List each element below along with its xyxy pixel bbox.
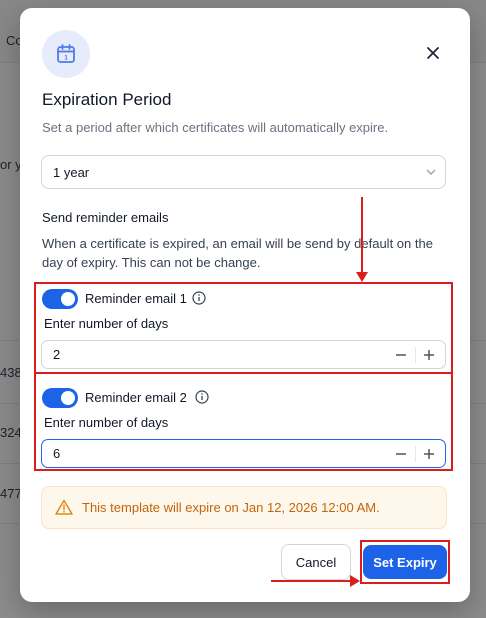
period-select-value: 1 year [53, 165, 90, 180]
reminder-2-days-label: Enter number of days [44, 415, 169, 430]
arrow-head-right-icon [350, 575, 360, 587]
expiration-period-dialog: 1 Expiration Period Set a period after w… [20, 8, 470, 602]
decrement-button[interactable] [390, 344, 412, 366]
stepper-divider [415, 347, 416, 363]
increment-button[interactable] [418, 344, 440, 366]
dialog-subtitle: Set a period after which certificates wi… [42, 120, 389, 135]
toggle-knob [61, 292, 75, 306]
info-icon[interactable] [195, 390, 209, 404]
warning-icon [55, 499, 73, 515]
reminder-1-days-value: 2 [53, 347, 61, 362]
reminder-1-label: Reminder email 1 [85, 291, 187, 306]
reminder-section-heading: Send reminder emails [42, 210, 169, 225]
cancel-button[interactable]: Cancel [281, 544, 351, 580]
plus-icon [424, 449, 434, 459]
period-select[interactable]: 1 year [41, 155, 446, 189]
set-expiry-button[interactable]: Set Expiry [363, 545, 447, 579]
reminder-section-description: When a certificate is expired, an email … [42, 236, 433, 270]
reminder-1-days-input[interactable]: 2 [41, 340, 446, 369]
reminder-1-days-label: Enter number of days [44, 316, 169, 331]
decrement-button[interactable] [390, 443, 412, 465]
minus-icon [396, 453, 406, 455]
close-button[interactable] [420, 40, 446, 66]
close-icon [427, 47, 439, 59]
reminder-1-toggle[interactable] [42, 289, 78, 309]
reminder-2-days-input[interactable]: 6 [41, 439, 446, 468]
svg-text:1: 1 [64, 55, 68, 62]
stepper-divider [415, 446, 416, 462]
annotation-arrow-down [361, 197, 363, 275]
dialog-title: Expiration Period [42, 90, 172, 109]
expiry-warning-alert: This template will expire on Jan 12, 202… [41, 486, 447, 529]
reminder-2-days-value: 6 [53, 446, 61, 461]
minus-icon [396, 354, 406, 356]
chevron-down-icon [426, 169, 436, 175]
expiry-warning-text: This template will expire on Jan 12, 202… [82, 500, 380, 515]
annotation-arrow-right [271, 580, 353, 582]
calendar-icon: 1 [42, 30, 90, 78]
arrow-head-down-icon [356, 272, 368, 282]
increment-button[interactable] [418, 443, 440, 465]
reminder-2-toggle[interactable] [42, 388, 78, 408]
info-icon[interactable] [192, 291, 206, 305]
reminder-2-label: Reminder email 2 [85, 390, 187, 405]
toggle-knob [61, 391, 75, 405]
plus-icon [424, 350, 434, 360]
